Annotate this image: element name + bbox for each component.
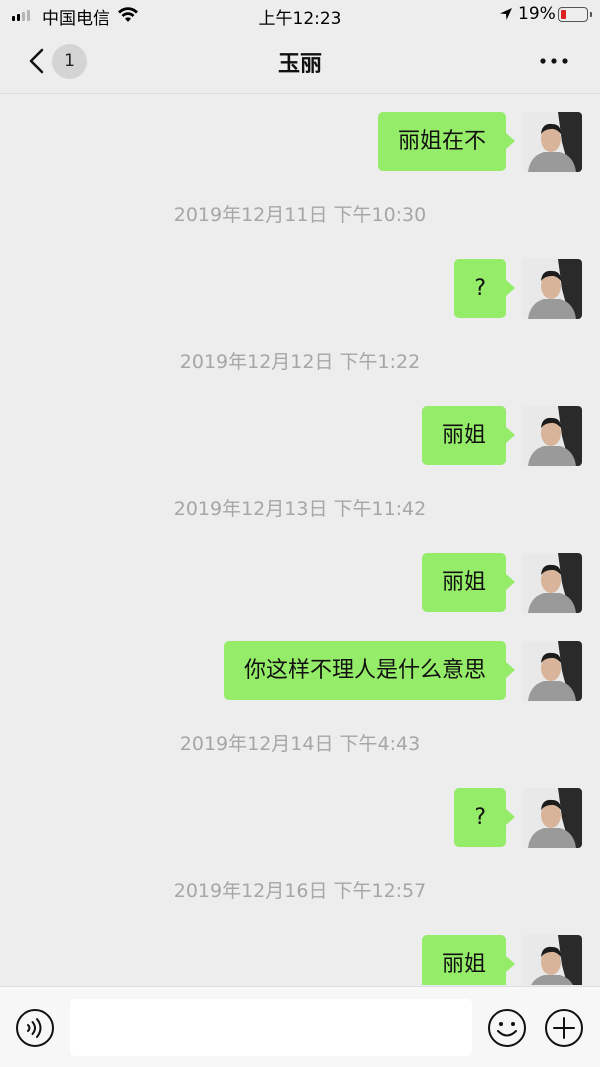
timestamp: 2019年12月11日 下午10:30: [173, 204, 427, 226]
avatar[interactable]: [522, 935, 582, 985]
status-bar: 中国电信 上午12:23 19%: [0, 0, 600, 30]
message-bubble[interactable]: ?: [454, 788, 515, 847]
timestamp: 2019年12月14日 下午4:43: [179, 733, 421, 755]
timestamp: 2019年12月16日 下午12:57: [173, 880, 427, 902]
message-bubble[interactable]: ?: [454, 259, 515, 318]
message-bubble[interactable]: 丽姐: [421, 553, 516, 612]
avatar[interactable]: [522, 259, 582, 319]
emoji-icon[interactable]: [487, 1008, 527, 1048]
battery-percent: 19%: [518, 4, 556, 24]
avatar[interactable]: [522, 641, 582, 701]
voice-icon[interactable]: [15, 1008, 55, 1048]
location-arrow-icon: [500, 8, 512, 20]
message-bubble[interactable]: 丽姐在不: [377, 112, 516, 171]
avatar[interactable]: [522, 553, 582, 613]
nav-bar: 1 玉丽: [0, 30, 600, 94]
message-bubble[interactable]: 你这样不理人是什么意思: [223, 641, 516, 700]
avatar[interactable]: [522, 406, 582, 466]
timestamp: 2019年12月13日 下午11:42: [173, 498, 427, 520]
message-bubble[interactable]: 丽姐: [421, 406, 516, 465]
battery-icon: [558, 7, 592, 22]
avatar[interactable]: [522, 788, 582, 848]
input-bar: [0, 986, 600, 1067]
message-list[interactable]: 丽姐在不 2019年12月11日 下午10:30? 2019年12月12日 下午1:…: [0, 95, 600, 985]
plus-icon[interactable]: [544, 1008, 584, 1048]
chat-title: 玉丽: [277, 52, 322, 77]
avatar[interactable]: [522, 112, 582, 172]
timestamp: 2019年12月12日 下午1:22: [179, 351, 421, 373]
message-input[interactable]: [70, 999, 472, 1056]
message-bubble[interactable]: 丽姐: [421, 935, 516, 985]
ellipsis-icon[interactable]: [536, 54, 572, 68]
